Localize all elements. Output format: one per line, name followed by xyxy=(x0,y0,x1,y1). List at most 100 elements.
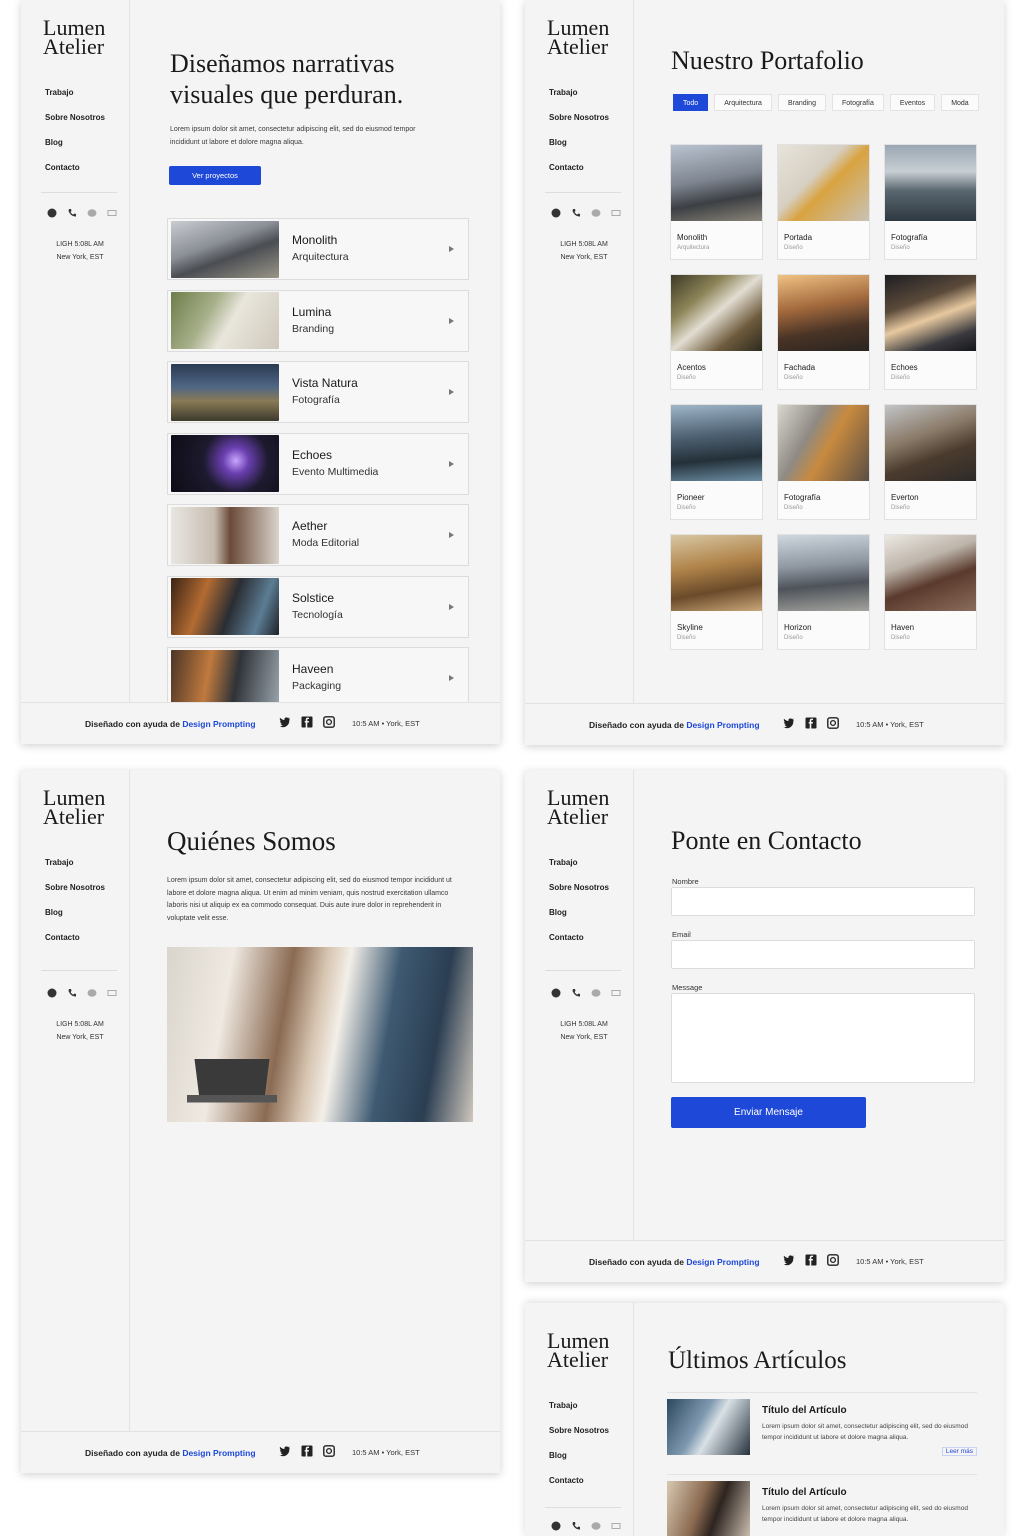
message-field[interactable] xyxy=(671,993,975,1083)
filter-architecture[interactable]: Arquitectura xyxy=(714,94,772,111)
project-item[interactable]: Aether Moda Editorial xyxy=(167,504,469,566)
nav-item-work[interactable]: Trabajo xyxy=(549,858,609,883)
instagram-icon[interactable] xyxy=(323,1445,335,1457)
twitter-icon[interactable] xyxy=(279,1445,291,1457)
chat-icon[interactable] xyxy=(87,208,97,218)
nav-item-contact[interactable]: Contacto xyxy=(45,163,105,188)
project-item[interactable]: Echoes Evento Multimedia xyxy=(167,432,469,495)
footer-credit-link[interactable]: Design Prompting xyxy=(182,1448,255,1458)
project-name: Haveen xyxy=(292,662,334,676)
nav-item-about[interactable]: Sobre Nosotros xyxy=(549,883,609,908)
nav-item-blog[interactable]: Blog xyxy=(549,1451,609,1476)
portfolio-card[interactable]: Fotografía Diseño xyxy=(884,144,977,260)
project-item[interactable]: Solstice Tecnología xyxy=(167,575,469,638)
nav-item-about[interactable]: Sobre Nosotros xyxy=(549,1426,609,1451)
mail-icon[interactable] xyxy=(107,988,117,998)
read-more-link[interactable]: Leer más xyxy=(941,1447,977,1456)
send-message-button[interactable]: Enviar Mensaje xyxy=(671,1097,866,1128)
phone-icon[interactable] xyxy=(571,208,581,218)
chat-icon[interactable] xyxy=(591,1521,601,1531)
nav-item-contact[interactable]: Contacto xyxy=(549,163,609,188)
phone-icon[interactable] xyxy=(571,1521,581,1531)
dribbble-icon[interactable] xyxy=(47,208,57,218)
brand-logo[interactable]: Lumen Atelier xyxy=(547,17,609,58)
dribbble-icon[interactable] xyxy=(551,988,561,998)
filter-events[interactable]: Eventos xyxy=(889,94,936,111)
card-image xyxy=(778,405,869,481)
brand-logo[interactable]: Lumen Atelier xyxy=(43,787,105,828)
footer-credit-link[interactable]: Design Prompting xyxy=(182,719,255,729)
portfolio-card[interactable]: Haven Diseño xyxy=(884,534,977,650)
facebook-icon[interactable] xyxy=(301,1445,313,1457)
portfolio-card[interactable]: Fachada Diseño xyxy=(777,274,870,390)
project-item[interactable]: Haveen Packaging xyxy=(167,647,469,709)
facebook-icon[interactable] xyxy=(805,1254,817,1266)
twitter-icon[interactable] xyxy=(783,717,795,729)
portfolio-card[interactable]: Horizon Diseño xyxy=(777,534,870,650)
nav-item-blog[interactable]: Blog xyxy=(45,908,105,933)
project-item[interactable]: Lumina Branding xyxy=(167,289,469,352)
name-field[interactable] xyxy=(671,887,975,916)
email-field[interactable] xyxy=(671,940,975,969)
portfolio-card[interactable]: Monolith Arquitectura xyxy=(670,144,763,260)
nav-item-contact[interactable]: Contacto xyxy=(45,933,105,958)
nav-item-work[interactable]: Trabajo xyxy=(45,858,105,883)
nav-item-work[interactable]: Trabajo xyxy=(549,1401,609,1426)
phone-icon[interactable] xyxy=(67,208,77,218)
nav-item-work[interactable]: Trabajo xyxy=(45,88,105,113)
brand-logo[interactable]: Lumen Atelier xyxy=(547,1330,609,1371)
chat-icon[interactable] xyxy=(591,208,601,218)
twitter-icon[interactable] xyxy=(279,716,291,728)
nav-item-contact[interactable]: Contacto xyxy=(549,1476,609,1501)
nav-item-work[interactable]: Trabajo xyxy=(549,88,609,113)
dribbble-icon[interactable] xyxy=(47,988,57,998)
filter-all[interactable]: Todo xyxy=(673,94,709,111)
facebook-icon[interactable] xyxy=(301,716,313,728)
portfolio-card[interactable]: Skyline Diseño xyxy=(670,534,763,650)
instagram-icon[interactable] xyxy=(827,1254,839,1266)
nav-item-about[interactable]: Sobre Nosotros xyxy=(45,113,105,138)
mail-icon[interactable] xyxy=(611,988,621,998)
article-item[interactable]: Título del Artículo Lorem ipsum dolor si… xyxy=(667,1474,977,1536)
filter-branding[interactable]: Branding xyxy=(777,94,826,111)
phone-icon[interactable] xyxy=(571,988,581,998)
project-item[interactable]: Vista Natura Fotografía xyxy=(167,361,469,423)
mail-icon[interactable] xyxy=(611,208,621,218)
portfolio-card[interactable]: Everton Diseño xyxy=(884,404,977,520)
mail-icon[interactable] xyxy=(611,1521,621,1531)
view-projects-button[interactable]: Ver proyectos xyxy=(169,166,261,185)
facebook-icon[interactable] xyxy=(805,717,817,729)
twitter-icon[interactable] xyxy=(783,1254,795,1266)
brand-logo[interactable]: Lumen Atelier xyxy=(547,787,609,828)
article-item[interactable]: Título del Artículo Lorem ipsum dolor si… xyxy=(667,1392,977,1472)
portfolio-card[interactable]: Acentos Diseño xyxy=(670,274,763,390)
laptop-icon xyxy=(187,1059,277,1103)
filter-fashion[interactable]: Moda xyxy=(941,94,979,111)
nav-item-contact[interactable]: Contacto xyxy=(549,933,609,958)
portfolio-card[interactable]: Pioneer Diseño xyxy=(670,404,763,520)
sidebar-icons xyxy=(551,1521,621,1531)
footer-credit-link[interactable]: Design Prompting xyxy=(686,1257,759,1267)
project-name: Solstice xyxy=(292,590,335,605)
portfolio-card[interactable]: Fotografía Diseño xyxy=(777,404,870,520)
portfolio-card[interactable]: Echoes Diseño xyxy=(884,274,977,390)
portfolio-card[interactable]: Portada Diseño xyxy=(777,144,870,260)
footer-credit-link[interactable]: Design Prompting xyxy=(686,720,759,730)
filter-photography[interactable]: Fotografía xyxy=(831,94,884,111)
phone-icon[interactable] xyxy=(67,988,77,998)
nav-item-about[interactable]: Sobre Nosotros xyxy=(549,113,609,138)
brand-logo[interactable]: Lumen Atelier xyxy=(43,17,105,58)
nav-item-blog[interactable]: Blog xyxy=(549,908,609,933)
chat-icon[interactable] xyxy=(87,988,97,998)
nav-item-blog[interactable]: Blog xyxy=(45,138,105,163)
chat-icon[interactable] xyxy=(591,988,601,998)
mail-icon[interactable] xyxy=(107,208,117,218)
dribbble-icon[interactable] xyxy=(551,1521,561,1531)
project-item[interactable]: Monolith Arquitectura xyxy=(167,218,469,280)
dribbble-icon[interactable] xyxy=(551,208,561,218)
sidebar-icons xyxy=(551,988,621,998)
nav-item-blog[interactable]: Blog xyxy=(549,138,609,163)
instagram-icon[interactable] xyxy=(323,716,335,728)
instagram-icon[interactable] xyxy=(827,717,839,729)
nav-item-about[interactable]: Sobre Nosotros xyxy=(45,883,105,908)
